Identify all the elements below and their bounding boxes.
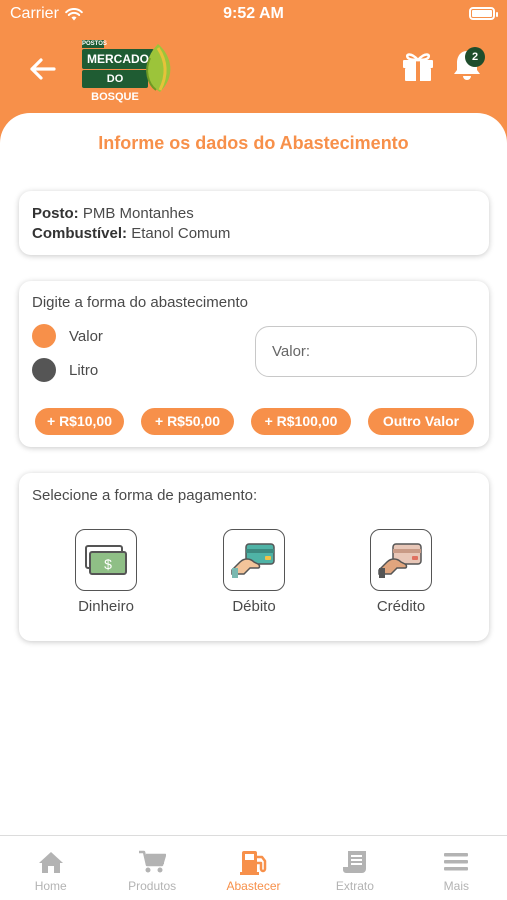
tab-abastecer[interactable]: Abastecer [203, 836, 304, 900]
payment-label-debito: Débito [232, 598, 276, 615]
tab-home[interactable]: Home [0, 836, 101, 900]
radio-label-valor: Valor [69, 327, 103, 345]
gift-icon [403, 53, 433, 81]
logo-line-top: POSTOS [82, 40, 107, 48]
gift-button[interactable] [401, 50, 435, 82]
tab-label-extrato: Extrato [335, 879, 374, 893]
arrow-left-icon [30, 58, 56, 80]
battery-icon [469, 7, 498, 20]
fueling-amount-card: Digite a forma do abastecimento Valor Li… [19, 281, 489, 447]
payment-icon-frame[interactable] [370, 529, 432, 591]
cart-icon [138, 848, 167, 876]
radio-label-litro: Litro [69, 361, 99, 379]
chip-add-100[interactable]: + R$100,00 [251, 408, 351, 435]
payment-option-credito[interactable]: Crédito [346, 529, 456, 615]
chip-add-50[interactable]: + R$50,00 [141, 408, 234, 435]
debit-card-icon [231, 543, 275, 578]
payment-icon-frame[interactable] [223, 529, 285, 591]
chip-outro-valor[interactable]: Outro Valor [368, 408, 474, 435]
radio-option-valor[interactable]: Valor [32, 324, 103, 348]
payment-method-label: Selecione a forma de pagamento: [32, 487, 258, 504]
radio-option-litro[interactable]: Litro [32, 358, 98, 382]
status-bar: Carrier 9:52 AM [0, 0, 507, 28]
leaf-icon [146, 44, 171, 92]
receipt-icon [341, 848, 369, 876]
back-button[interactable] [26, 55, 58, 83]
combustivel-line: Combustível: Etanol Comum [32, 224, 476, 244]
valor-input[interactable] [255, 326, 477, 377]
menu-icon [442, 848, 470, 876]
radio-selected-indicator[interactable] [32, 324, 56, 348]
posto-line: Posto: PMB Montanhes [32, 204, 476, 224]
payment-label-dinheiro: Dinheiro [78, 598, 134, 615]
brand-logo: POSTOS MERCADO DO BOSQUE [82, 40, 178, 103]
tab-mais[interactable]: Mais [406, 836, 507, 900]
fuel-pump-icon [239, 848, 268, 876]
fuel-station-card: Posto: PMB Montanhes Combustível: Etanol… [19, 191, 489, 255]
fueling-mode-label: Digite a forma do abastecimento [32, 294, 248, 311]
tab-label-abastecer: Abastecer [226, 879, 281, 893]
payment-method-card: Selecione a forma de pagamento: $ Dinhei… [19, 473, 489, 641]
bottom-tab-bar: Home Produtos Abastecer Extrato Mais [0, 835, 507, 900]
radio-unselected-indicator[interactable] [32, 358, 56, 382]
payment-option-debito[interactable]: Débito [199, 529, 309, 615]
posto-value: PMB Montanhes [82, 205, 194, 222]
tab-label-mais: Mais [443, 879, 469, 893]
cash-icon: $ [85, 545, 127, 575]
chip-add-10[interactable]: + R$10,00 [35, 408, 124, 435]
combustivel-label: Combustível: [32, 225, 128, 242]
status-time: 9:52 AM [223, 5, 284, 22]
payment-option-dinheiro[interactable]: $ Dinheiro [51, 529, 161, 615]
combustivel-value: Etanol Comum [131, 225, 231, 242]
tab-label-produtos: Produtos [128, 879, 177, 893]
payment-label-credito: Crédito [376, 598, 426, 615]
posto-label: Posto: [32, 205, 79, 222]
tab-label-home: Home [34, 879, 67, 893]
tab-produtos[interactable]: Produtos [101, 836, 202, 900]
tab-extrato[interactable]: Extrato [304, 836, 405, 900]
svg-text:$: $ [104, 556, 112, 572]
home-icon [37, 848, 65, 876]
credit-card-icon [378, 543, 422, 578]
page-title: Informe os dados do Abastecimento [98, 133, 409, 153]
logo-line-bottom: DO BOSQUE [82, 70, 148, 103]
payment-icon-frame[interactable]: $ [75, 529, 137, 591]
notification-count-badge: 2 [465, 47, 485, 67]
